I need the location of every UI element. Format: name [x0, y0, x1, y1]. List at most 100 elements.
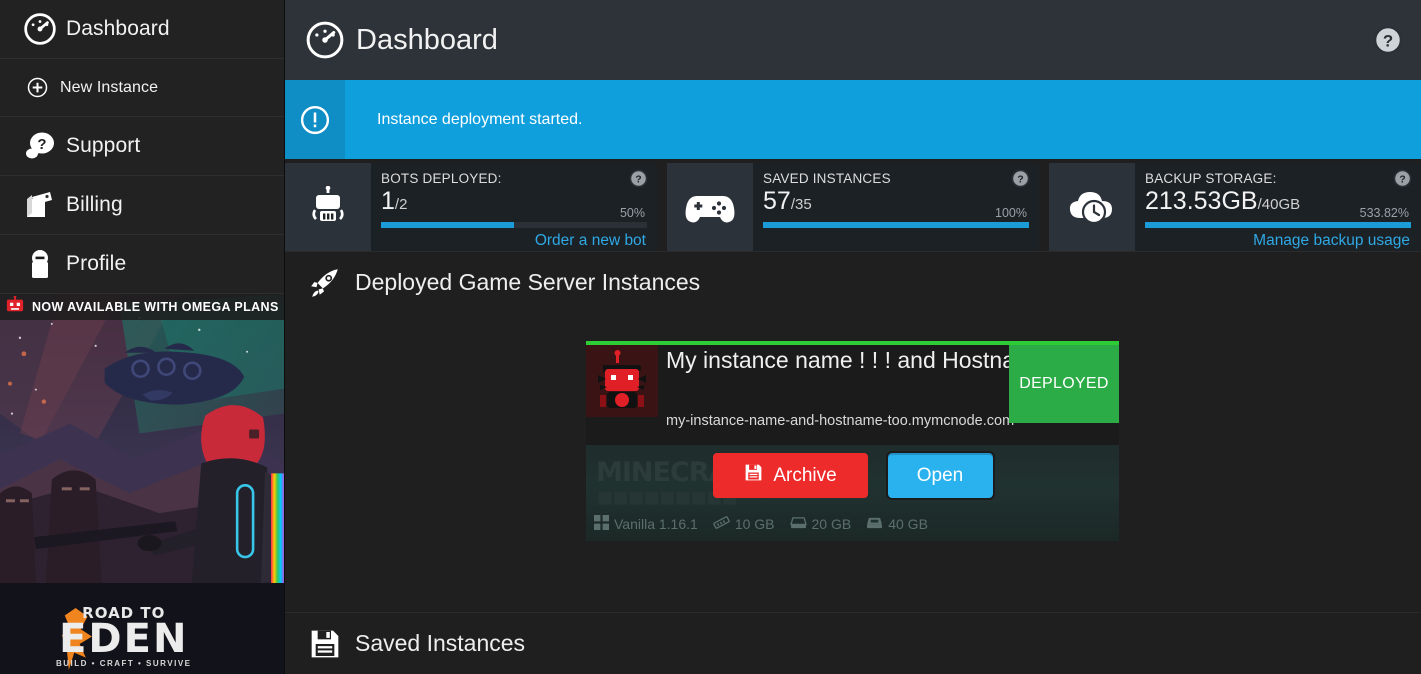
stat-percent: 100%: [995, 206, 1027, 220]
order-a-new-bot-link[interactable]: Order a new bot: [535, 232, 646, 250]
spec-disk: 20 GB: [789, 516, 852, 533]
stat-progress-fill: [381, 222, 514, 228]
red-robot-avatar: [586, 345, 658, 417]
alert-message: Instance deployment started.: [377, 110, 583, 128]
stats-row: BOTS DEPLOYED: 1/2 50% Order a new bot ?: [285, 163, 1421, 251]
page-title: Dashboard: [356, 23, 498, 56]
backup-icon: [866, 516, 883, 533]
deployed-instances-list: My instance name ! ! ! and Hostname too …: [285, 313, 1421, 547]
open-button[interactable]: Open: [885, 451, 995, 500]
section-deployed-instances: Deployed Game Server Instances: [285, 251, 1421, 313]
promo-logo: ROAD TO EDEN BUILD • CRAFT • SURVIVE: [56, 606, 192, 668]
stat-label: BACKUP STORAGE:: [1145, 171, 1277, 186]
svg-text:?: ?: [37, 136, 46, 153]
speedometer-icon: [299, 20, 351, 60]
stat-label: SAVED INSTANCES: [763, 171, 891, 186]
archive-button[interactable]: Archive: [712, 453, 868, 498]
promo-logo-line2: EDEN: [59, 616, 189, 662]
promo-logo-line3: BUILD • CRAFT • SURVIVE: [56, 659, 192, 668]
svg-text:?: ?: [1383, 31, 1393, 50]
promo-banner-bar: NOW AVAILABLE WITH OMEGA PLANS: [0, 294, 284, 320]
main-content: Dashboard ? Instance deployment started.: [285, 0, 1421, 674]
sidebar-item-billing[interactable]: Billing: [0, 176, 284, 235]
instance-card[interactable]: My instance name ! ! ! and Hostname too …: [586, 341, 1119, 541]
stat-progress-bar: [381, 222, 647, 228]
instance-specs: Vanilla 1.16.1 10 GB 20 GB 40 GB: [594, 515, 936, 533]
open-button-label: Open: [916, 464, 964, 486]
sidebar-item-label: Dashboard: [66, 17, 170, 40]
help-circle-icon[interactable]: ?: [1011, 169, 1030, 188]
help-circle-icon[interactable]: ?: [629, 169, 648, 188]
stat-card-body: BACKUP STORAGE: 213.53GB/40GB 533.82% Ma…: [1135, 163, 1421, 251]
section-title: Deployed Game Server Instances: [355, 269, 701, 295]
ram-icon: [713, 515, 730, 533]
exclamation-circle-icon: [285, 80, 345, 159]
robot-icon: [4, 294, 26, 319]
stat-percent: 50%: [619, 206, 645, 220]
spec-backup: 40 GB: [866, 516, 928, 533]
help-circle-icon[interactable]: ?: [1373, 25, 1403, 55]
question-chat-icon: ?: [14, 130, 66, 162]
rocket-icon: [299, 266, 351, 300]
user-lock-icon: [14, 248, 66, 280]
stat-value-number: 57: [763, 187, 791, 215]
sidebar-item-profile[interactable]: Profile: [0, 235, 284, 294]
stat-progress-fill: [763, 222, 1029, 228]
speedometer-icon: [14, 12, 66, 46]
instance-card-header: My instance name ! ! ! and Hostname too …: [586, 345, 1119, 429]
archive-button-label: Archive: [773, 464, 837, 486]
section-saved-instances: Saved Instances: [285, 612, 1421, 674]
instance-hostname: my-instance-name-and-hostname-too.mymcno…: [666, 413, 1015, 429]
spec-ram: 10 GB: [713, 515, 775, 533]
stat-card-body: SAVED INSTANCES 57/35 100% ?: [753, 163, 1039, 251]
alert-banner: Instance deployment started.: [285, 80, 1421, 159]
stat-value-denominator: /40GB: [1257, 196, 1301, 213]
plus-circle-icon: [14, 77, 60, 98]
promo-artwork: [0, 294, 284, 583]
promo-banner-text: NOW AVAILABLE WITH OMEGA PLANS: [32, 300, 279, 314]
spec-text: 10 GB: [734, 516, 775, 532]
stat-value-number: 1: [381, 187, 395, 215]
sidebar-item-support[interactable]: ? Support: [0, 117, 284, 176]
help-circle-icon[interactable]: ?: [1393, 169, 1412, 188]
page-header: Dashboard ?: [285, 0, 1421, 80]
stat-card-bots-deployed: BOTS DEPLOYED: 1/2 50% Order a new bot ?: [285, 163, 657, 251]
sidebar-item-label: Support: [66, 134, 141, 157]
svg-text:?: ?: [1017, 174, 1023, 185]
stat-card-saved-instances: SAVED INSTANCES 57/35 100% ?: [667, 163, 1039, 251]
instance-card-body: MINECRAFT ▪▪▪▪▪▪▪▪▪ Archive Open Vanilla…: [586, 445, 1119, 541]
sidebar-item-new-instance[interactable]: New Instance: [0, 59, 284, 117]
sidebar: Dashboard New Instance ? Support Billing…: [0, 0, 285, 674]
hdd-icon: [789, 516, 807, 533]
stat-value: 57/35: [763, 187, 1027, 216]
gamepad-icon: [667, 163, 753, 251]
wallet-icon: [14, 189, 66, 221]
spec-text: 20 GB: [811, 516, 852, 532]
svg-text:?: ?: [635, 174, 641, 185]
robot-icon: [285, 163, 371, 251]
promo-banner[interactable]: NOW AVAILABLE WITH OMEGA PLANS ROAD TO E…: [0, 294, 284, 674]
grid-icon: [594, 515, 609, 533]
stat-progress-fill: [1145, 222, 1411, 228]
section-title: Saved Instances: [355, 630, 526, 656]
stat-value-denominator: /2: [394, 196, 408, 213]
sidebar-item-label: New Instance: [60, 78, 159, 96]
spec-version: Vanilla 1.16.1: [594, 515, 698, 533]
spec-text: Vanilla 1.16.1: [614, 516, 698, 532]
stat-value-number: 213.53GB: [1145, 187, 1258, 215]
floppy-disk-icon: [299, 628, 351, 660]
stat-label: BOTS DEPLOYED:: [381, 171, 502, 186]
stat-card-body: BOTS DEPLOYED: 1/2 50% Order a new bot ?: [371, 163, 657, 251]
stat-progress-bar: [1145, 222, 1411, 228]
status-badge: DEPLOYED: [1009, 345, 1119, 423]
stat-progress-bar: [763, 222, 1029, 228]
sidebar-item-label: Billing: [66, 193, 123, 216]
stat-percent: 533.82%: [1359, 206, 1409, 220]
manage-backup-usage-link[interactable]: Manage backup usage: [1253, 232, 1410, 250]
stat-value-denominator: /35: [790, 196, 812, 213]
app-root: Dashboard New Instance ? Support Billing…: [0, 0, 1421, 674]
floppy-disk-icon: [743, 462, 764, 489]
sidebar-item-label: Profile: [66, 252, 127, 275]
sidebar-item-dashboard[interactable]: Dashboard: [0, 0, 284, 59]
spec-text: 40 GB: [888, 516, 928, 532]
